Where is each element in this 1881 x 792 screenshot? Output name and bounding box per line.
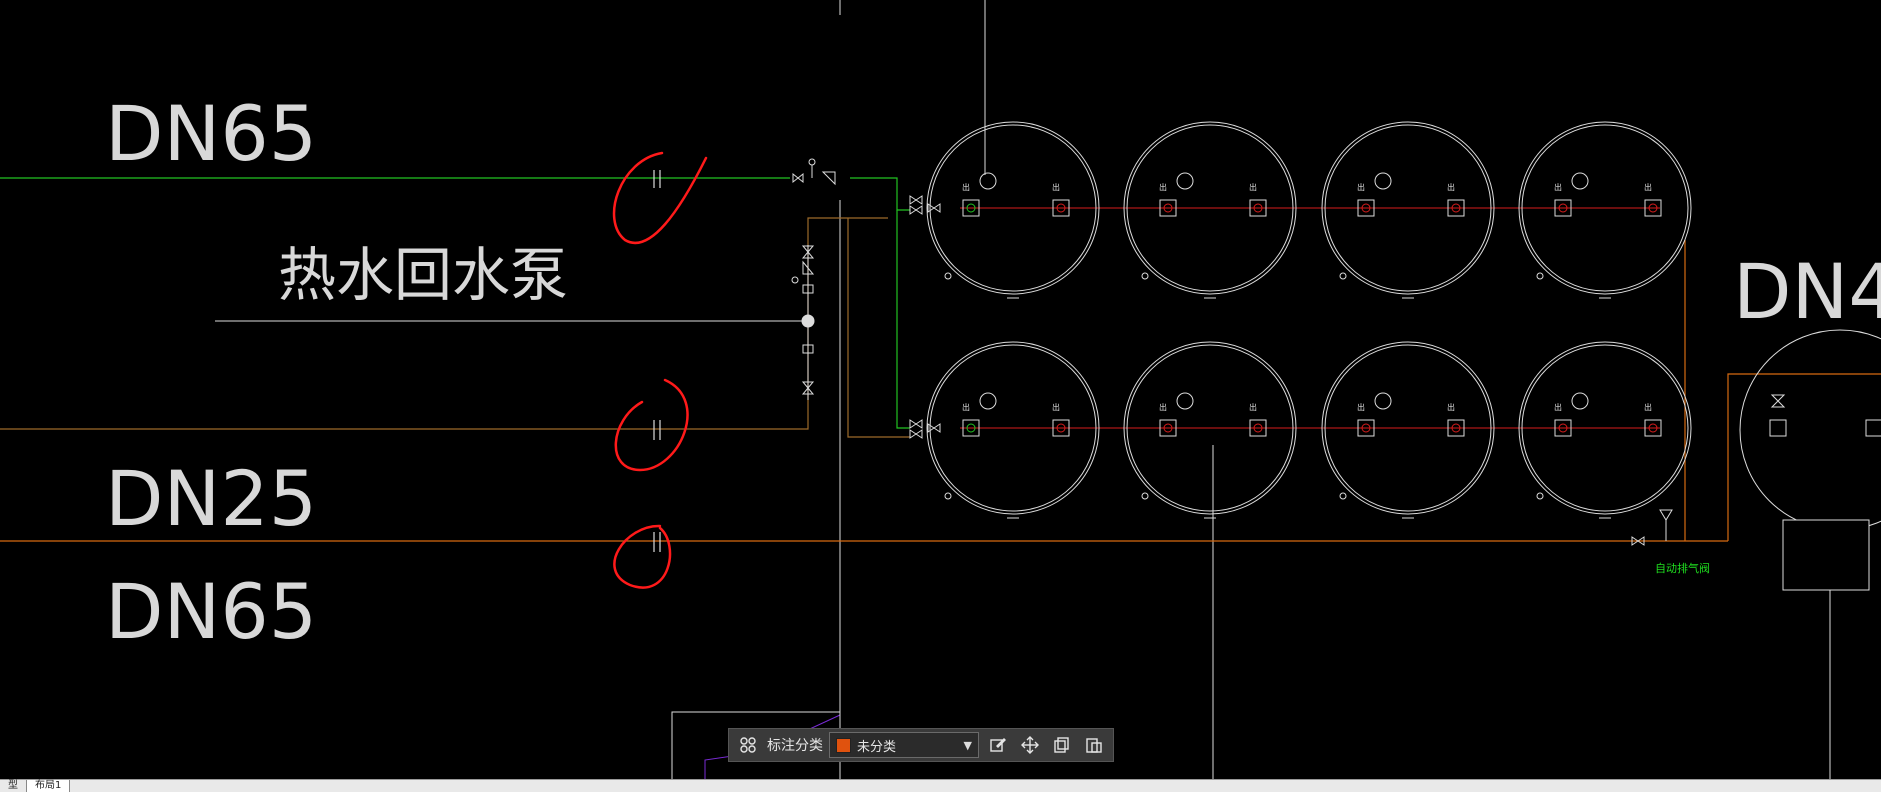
tank-nozzle: [1769, 419, 1787, 437]
drain-icon: [944, 492, 952, 500]
gate-valve-icon: [909, 419, 923, 439]
edit-icon[interactable]: [985, 732, 1011, 758]
drain-icon: [1339, 272, 1347, 280]
category-select[interactable]: 未分类 ▼: [829, 732, 979, 758]
nozzle-tag: 出: [1447, 402, 1455, 412]
nozzle-tag: 出: [1644, 402, 1652, 412]
tank-port: [1571, 172, 1589, 190]
label-dn65-top: DN65: [105, 89, 317, 178]
move-icon[interactable]: [1017, 732, 1043, 758]
supply-pipe-green: [896, 210, 910, 429]
valve-cluster: [791, 158, 1786, 546]
gauge-icon: [808, 158, 816, 166]
return-pipe-orange: [1727, 373, 1881, 541]
toolbar-label: 标注分类: [767, 738, 823, 754]
nozzle-tag: 出: [1554, 182, 1562, 192]
gate-valve-icon: [909, 195, 923, 215]
nozzle-tag: 出: [962, 182, 970, 192]
tank-port: [1571, 392, 1589, 410]
annotation-marks: [612, 151, 708, 589]
drain-icon: [944, 272, 952, 280]
supply-pipe-green: [850, 177, 910, 211]
tab-layout1[interactable]: 布局1: [26, 780, 71, 792]
label-dn40: DN4C: [1733, 247, 1881, 336]
tank-port: [1176, 392, 1194, 410]
label-dn25: DN25: [105, 454, 317, 543]
label-vent: 自动排气阀: [1655, 561, 1710, 575]
pipe-break-markers: [653, 170, 661, 552]
category-select-value: 未分类: [857, 739, 897, 755]
return-pipe-brown: [847, 218, 910, 438]
tank-port: [1374, 392, 1392, 410]
paste-icon[interactable]: [1081, 732, 1107, 758]
nozzle-tag: 出: [1357, 182, 1365, 192]
tank-port: [979, 392, 997, 410]
nozzle-tag: 出: [1644, 182, 1652, 192]
annotation-circle: [614, 378, 689, 472]
storage-tank: 出出: [926, 121, 1100, 299]
category-grid-icon[interactable]: [735, 732, 761, 758]
storage-tank: 出出: [1518, 341, 1692, 519]
label-pump: 热水回水泵: [278, 241, 568, 309]
label-dn65-bottom: DN65: [105, 567, 317, 656]
nozzle-tag: 出: [1159, 182, 1167, 192]
nozzle-tag: 出: [1554, 402, 1562, 412]
nozzle-tag: 出: [1052, 402, 1060, 412]
annotation-circle: [613, 524, 672, 589]
check-valve-icon: [821, 171, 836, 186]
nozzle-tag: 出: [1249, 402, 1257, 412]
annotation-circle: [612, 151, 708, 244]
nozzle-tag: 出: [1249, 182, 1257, 192]
nozzle-tag: 出: [1159, 402, 1167, 412]
drain-icon: [1536, 492, 1544, 500]
drain-icon: [1141, 492, 1149, 500]
nozzle-tag: 出: [1447, 182, 1455, 192]
tank-outline: [1739, 329, 1881, 531]
equipment-box: [1782, 519, 1870, 591]
tank-port: [979, 172, 997, 190]
right-equipment: [1739, 329, 1881, 591]
tank-port: [1176, 172, 1194, 190]
chevron-down-icon: ▼: [963, 738, 972, 752]
tab-model[interactable]: 型: [0, 780, 26, 792]
storage-tank: 出出: [1123, 121, 1297, 299]
color-swatch: [836, 737, 851, 753]
nozzle-tag: 出: [962, 402, 970, 412]
storage-tank: 出出: [1321, 341, 1495, 519]
storage-tank: 出出: [926, 341, 1100, 519]
copy-icon[interactable]: [1049, 732, 1075, 758]
storage-tank: 出出: [1321, 121, 1495, 299]
pump-icon: [801, 314, 815, 328]
layout-tabs: 型 布局1: [0, 779, 1881, 792]
nozzle-tag: 出: [1052, 182, 1060, 192]
vent-valve-icon: [1659, 509, 1673, 521]
tank-nozzle: [1865, 419, 1881, 437]
gate-valve-icon: [792, 172, 804, 184]
gate-valve-icon: [1770, 394, 1786, 408]
gauge-icon: [791, 276, 799, 284]
cad-canvas[interactable]: 出出出出出出出出出出出出出出出出 DN65 热水回水泵 DN25 DN65 DN…: [0, 0, 1881, 791]
drain-icon: [1536, 272, 1544, 280]
tank-group: 出出出出出出出出出出出出出出出出: [926, 121, 1692, 519]
tank-port: [1374, 172, 1392, 190]
nozzle-tag: 出: [1357, 402, 1365, 412]
annotation-toolbar: 标注分类 未分类 ▼: [728, 728, 1114, 762]
drain-icon: [1339, 492, 1347, 500]
storage-tank: 出出: [1123, 341, 1297, 519]
drain-icon: [1141, 272, 1149, 280]
storage-tank: 出出: [1518, 121, 1692, 299]
